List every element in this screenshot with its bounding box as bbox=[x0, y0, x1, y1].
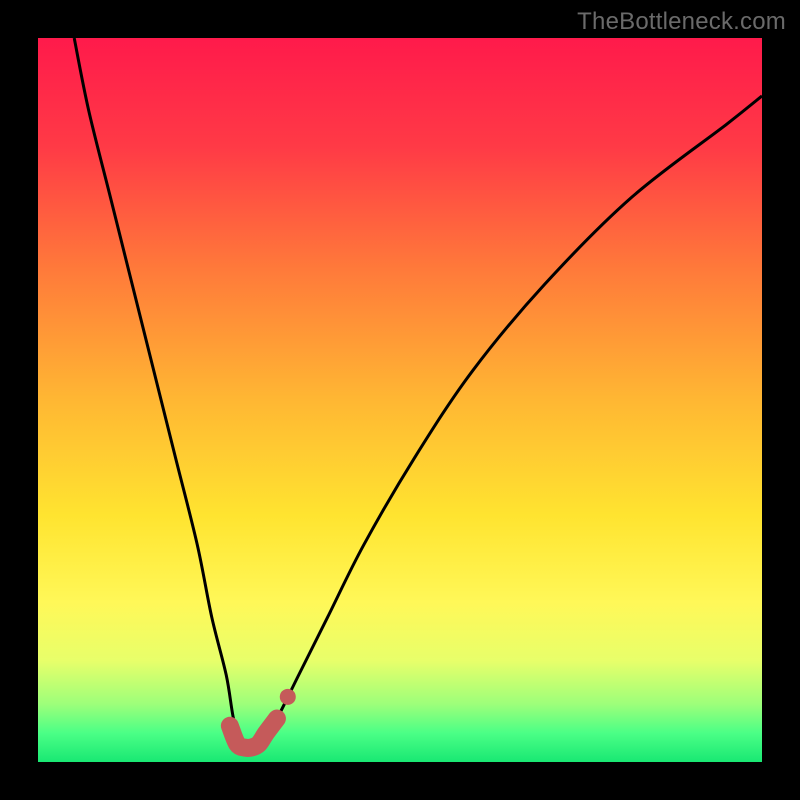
watermark-text: TheBottleneck.com bbox=[577, 8, 786, 36]
bottom-highlight bbox=[230, 719, 277, 748]
plot-area bbox=[38, 38, 762, 762]
bottleneck-curve bbox=[74, 38, 762, 748]
bottom-dot bbox=[280, 689, 296, 705]
curve-layer bbox=[38, 38, 762, 762]
chart-frame: TheBottleneck.com bbox=[0, 0, 800, 800]
